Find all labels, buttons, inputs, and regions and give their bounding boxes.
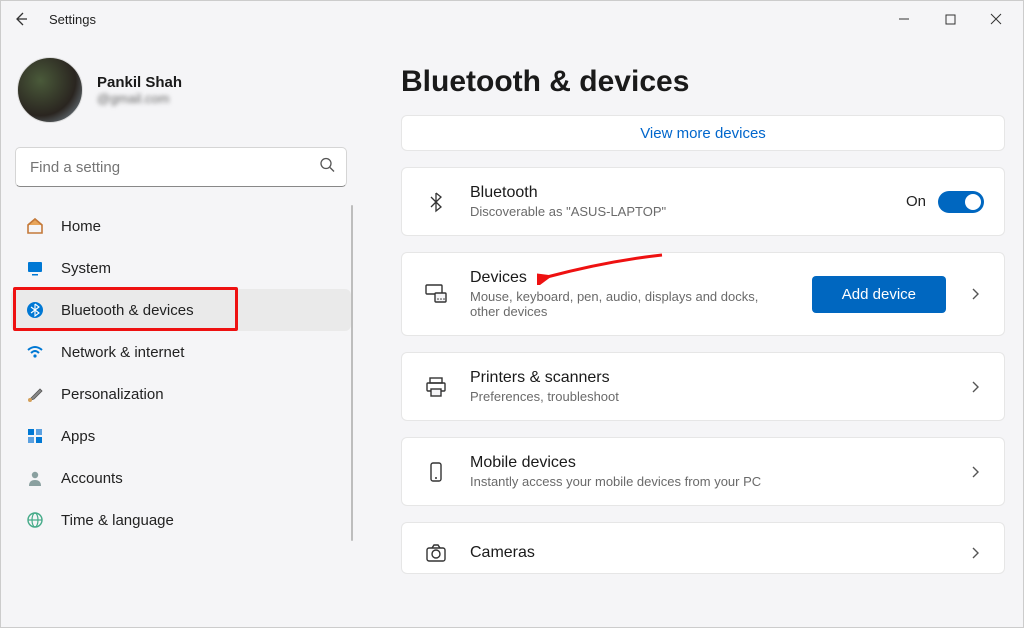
bluetooth-icon — [25, 300, 45, 320]
maximize-button[interactable] — [927, 3, 973, 35]
sidebar-item-label: Bluetooth & devices — [61, 302, 194, 319]
view-more-devices-link[interactable]: View more devices — [401, 115, 1005, 151]
profile-section[interactable]: Pankil Shah @gmail.com — [11, 51, 351, 141]
person-icon — [25, 468, 45, 488]
sidebar-item-label: Network & internet — [61, 344, 184, 361]
devices-row[interactable]: Devices Mouse, keyboard, pen, audio, dis… — [402, 253, 1004, 335]
sidebar-item-home[interactable]: Home — [11, 205, 351, 247]
search-wrap — [15, 147, 347, 187]
arrow-left-icon — [13, 11, 29, 27]
bluetooth-state-label: On — [906, 193, 926, 210]
avatar — [17, 57, 83, 123]
sidebar-item-time-language[interactable]: Time & language — [11, 499, 351, 541]
sidebar-item-label: Home — [61, 218, 101, 235]
window-controls — [881, 3, 1019, 35]
printers-row[interactable]: Printers & scanners Preferences, trouble… — [402, 353, 1004, 420]
search-icon — [319, 157, 335, 178]
sidebar: Pankil Shah @gmail.com Home — [1, 37, 361, 627]
cameras-card: Cameras — [401, 522, 1005, 574]
cameras-row[interactable]: Cameras — [402, 523, 1004, 573]
mobile-title: Mobile devices — [470, 454, 946, 472]
profile-name: Pankil Shah — [97, 74, 182, 91]
chevron-right-icon — [966, 465, 984, 479]
minimize-button[interactable] — [881, 3, 927, 35]
view-more-label: View more devices — [640, 125, 766, 142]
cameras-title: Cameras — [470, 544, 946, 562]
devices-icon — [422, 280, 450, 308]
bluetooth-row[interactable]: Bluetooth Discoverable as "ASUS-LAPTOP" … — [402, 168, 1004, 235]
bluetooth-title: Bluetooth — [470, 184, 886, 202]
page-title: Bluetooth & devices — [401, 65, 1005, 99]
mobile-subtitle: Instantly access your mobile devices fro… — [470, 474, 946, 489]
devices-subtitle: Mouse, keyboard, pen, audio, displays an… — [470, 289, 780, 319]
chevron-right-icon — [966, 287, 984, 301]
back-button[interactable] — [5, 3, 37, 35]
body: Pankil Shah @gmail.com Home — [1, 37, 1023, 627]
window-title: Settings — [49, 12, 96, 27]
phone-icon — [422, 458, 450, 486]
sidebar-item-system[interactable]: System — [11, 247, 351, 289]
globe-icon — [25, 510, 45, 530]
sidebar-item-bluetooth-devices[interactable]: Bluetooth & devices — [11, 289, 351, 331]
bluetooth-icon — [422, 188, 450, 216]
close-button[interactable] — [973, 3, 1019, 35]
bluetooth-subtitle: Discoverable as "ASUS-LAPTOP" — [470, 204, 886, 219]
sidebar-item-network[interactable]: Network & internet — [11, 331, 351, 373]
printers-title: Printers & scanners — [470, 369, 946, 387]
apps-icon — [25, 426, 45, 446]
settings-window: Settings Pankil Shah @gmail.com — [0, 0, 1024, 628]
search-input[interactable] — [15, 147, 347, 187]
chevron-right-icon — [966, 380, 984, 394]
bluetooth-card: Bluetooth Discoverable as "ASUS-LAPTOP" … — [401, 167, 1005, 236]
sidebar-item-label: Apps — [61, 428, 95, 445]
content: Bluetooth & devices View more devices Bl… — [361, 37, 1023, 627]
bluetooth-toggle[interactable] — [938, 191, 984, 213]
chevron-right-icon — [966, 546, 984, 560]
devices-card: Devices Mouse, keyboard, pen, audio, dis… — [401, 252, 1005, 336]
camera-icon — [422, 539, 450, 567]
sidebar-item-apps[interactable]: Apps — [11, 415, 351, 457]
minimize-icon — [898, 13, 910, 25]
sidebar-item-label: Personalization — [61, 386, 164, 403]
brush-icon — [25, 384, 45, 404]
sidebar-item-label: Accounts — [61, 470, 123, 487]
printers-card: Printers & scanners Preferences, trouble… — [401, 352, 1005, 421]
sidebar-item-personalization[interactable]: Personalization — [11, 373, 351, 415]
sidebar-item-label: Time & language — [61, 512, 174, 529]
nav: Home System Bluetooth & devices — [11, 205, 351, 541]
profile-email: @gmail.com — [97, 91, 182, 106]
add-device-button[interactable]: Add device — [812, 276, 946, 313]
printer-icon — [422, 373, 450, 401]
devices-title: Devices — [470, 269, 792, 287]
maximize-icon — [945, 14, 956, 25]
mobile-devices-card: Mobile devices Instantly access your mob… — [401, 437, 1005, 506]
titlebar: Settings — [1, 1, 1023, 37]
wifi-icon — [25, 342, 45, 362]
system-icon — [25, 258, 45, 278]
home-icon — [25, 216, 45, 236]
printers-subtitle: Preferences, troubleshoot — [470, 389, 946, 404]
close-icon — [990, 13, 1002, 25]
sidebar-item-accounts[interactable]: Accounts — [11, 457, 351, 499]
mobile-devices-row[interactable]: Mobile devices Instantly access your mob… — [402, 438, 1004, 505]
sidebar-item-label: System — [61, 260, 111, 277]
